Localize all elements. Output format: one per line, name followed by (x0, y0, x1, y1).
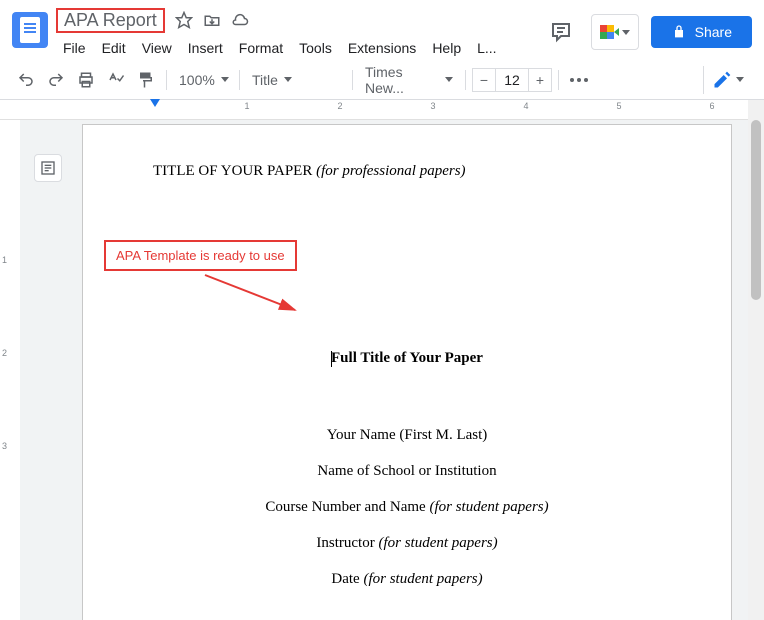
document-canvas: TITLE OF YOUR PAPER (for professional pa… (20, 120, 748, 620)
menu-insert[interactable]: Insert (181, 36, 230, 60)
menu-format[interactable]: Format (232, 36, 290, 60)
date-line: Date (for student papers) (153, 561, 661, 597)
redo-button[interactable] (42, 66, 70, 94)
font-dropdown[interactable]: Times New... (359, 66, 459, 94)
menu-bar: File Edit View Insert Format Tools Exten… (56, 36, 543, 60)
instructor-line: Instructor (for student papers) (153, 525, 661, 561)
document-page[interactable]: TITLE OF YOUR PAPER (for professional pa… (82, 124, 732, 620)
menu-view[interactable]: View (135, 36, 179, 60)
horizontal-ruler[interactable]: 1 2 3 4 5 6 (0, 100, 764, 120)
header-bar: APA Report File Edit View Insert Format … (0, 0, 764, 60)
institution-line: Name of School or Institution (153, 453, 661, 489)
docs-logo[interactable] (12, 12, 48, 48)
paper-title: Full Title of Your Paper (153, 350, 661, 367)
paragraph-style-dropdown[interactable]: Title (246, 66, 346, 94)
outline-toggle-button[interactable] (34, 154, 62, 182)
move-icon[interactable] (203, 11, 221, 29)
chevron-down-icon (622, 30, 630, 35)
comment-history-button[interactable] (543, 14, 579, 50)
document-title[interactable]: APA Report (56, 8, 165, 33)
toolbar: 100% Title Times New... − + (0, 60, 764, 100)
lock-icon (671, 24, 687, 40)
course-line: Course Number and Name (for student pape… (153, 489, 661, 525)
font-size-control: − + (472, 68, 552, 92)
font-size-input[interactable] (496, 68, 528, 92)
star-icon[interactable] (175, 11, 193, 29)
menu-file[interactable]: File (56, 36, 93, 60)
scrollbar-thumb[interactable] (751, 120, 761, 300)
menu-edit[interactable]: Edit (95, 36, 133, 60)
menu-extensions[interactable]: Extensions (341, 36, 423, 60)
undo-button[interactable] (12, 66, 40, 94)
more-tools-button[interactable] (565, 66, 593, 94)
author-line: Your Name (First M. Last) (153, 417, 661, 453)
annotation-callout: APA Template is ready to use (104, 240, 297, 271)
chevron-down-icon (284, 77, 292, 82)
vertical-ruler[interactable]: 1 2 3 (0, 120, 20, 620)
print-button[interactable] (72, 66, 100, 94)
pencil-icon (712, 70, 732, 90)
menu-tools[interactable]: Tools (292, 36, 339, 60)
chevron-down-icon (221, 77, 229, 82)
meet-button[interactable] (591, 14, 639, 50)
running-head: TITLE OF YOUR PAPER (for professional pa… (153, 163, 661, 180)
share-button[interactable]: Share (651, 16, 752, 48)
vertical-scrollbar[interactable] (748, 100, 764, 620)
cloud-status-icon[interactable] (231, 11, 249, 29)
font-size-decrease-button[interactable]: − (472, 68, 496, 92)
spellcheck-button[interactable] (102, 66, 130, 94)
font-size-increase-button[interactable]: + (528, 68, 552, 92)
chevron-down-icon (445, 77, 453, 82)
chevron-down-icon (736, 77, 744, 82)
zoom-dropdown[interactable]: 100% (173, 66, 233, 94)
paper-body: Your Name (First M. Last) Name of School… (153, 417, 661, 597)
menu-help[interactable]: Help (425, 36, 468, 60)
menu-more[interactable]: L... (470, 36, 503, 60)
editing-mode-dropdown[interactable] (703, 66, 752, 94)
paint-format-button[interactable] (132, 66, 160, 94)
share-label: Share (695, 24, 732, 40)
